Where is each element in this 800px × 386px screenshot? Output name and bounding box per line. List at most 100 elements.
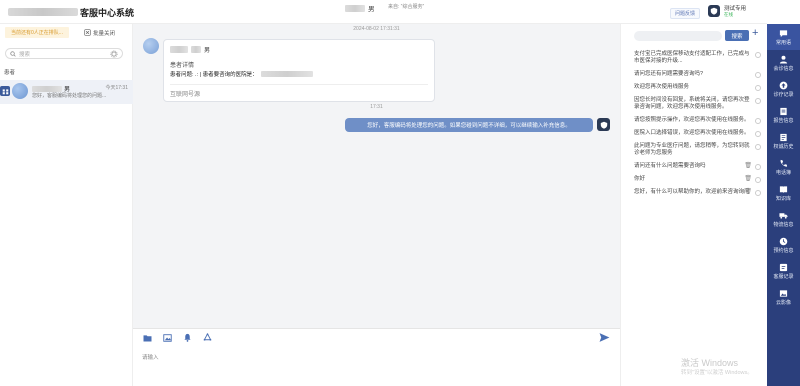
- left-actions: 当前还有0人正在排队... 批量关闭: [0, 27, 133, 41]
- brand-name-redacted: [8, 8, 78, 16]
- nav-item-history[interactable]: 权诚历史: [767, 128, 800, 154]
- image-icon[interactable]: [163, 333, 172, 342]
- book-icon: [779, 185, 788, 194]
- nav-label: 知识库: [775, 195, 791, 202]
- conversation-preview: 您好，客服编码将处理您的问题...: [32, 93, 107, 99]
- quick-reply-search-button[interactable]: 搜索: [725, 30, 749, 41]
- nav-label: 权诚历史: [773, 143, 794, 150]
- quick-reply-text: 因您长时间没有回复，系统将关闭，请您再次登录咨询问题，欢迎您再次使用线服务。: [634, 97, 750, 110]
- redacted-hospital: [260, 71, 313, 77]
- nav-item-phonebook[interactable]: 电话簿: [767, 154, 800, 180]
- quick-reply-item[interactable]: 您好，有什么可以帮助你的，欢迎前来咨询询问 🗑: [634, 189, 764, 196]
- feedback-button[interactable]: 问题反馈: [670, 8, 700, 19]
- quick-reply-text: 欢迎您再次使用线服务: [634, 84, 690, 90]
- select-radio[interactable]: [755, 144, 761, 150]
- outgoing-message: 您好，客服编码将处理您的问题。如果您碰到问题不详细，可以继续输入补充信息。: [345, 118, 593, 132]
- nav-label: 云影像: [775, 299, 791, 306]
- redacted-name: [32, 85, 62, 92]
- clock-icon: [779, 237, 788, 246]
- card-footer: 互联网号源: [170, 92, 201, 98]
- chat-area: 2024-08-02 17:31:31 男 患者详情 患者问题: .: | 患者…: [133, 24, 620, 328]
- nav-item-consult-info[interactable]: 会诊信息: [767, 50, 800, 76]
- quick-reply-text: 请您按照提示操作，欢迎您再次使用在线服务。: [634, 117, 750, 123]
- agent-avatar: [597, 118, 610, 131]
- nav-item-appointments[interactable]: 预约信息: [767, 232, 800, 258]
- conversation-time: 今天17:31: [105, 85, 128, 91]
- quick-reply-item[interactable]: 你好 🗑: [634, 176, 764, 183]
- batch-close-button[interactable]: 批量关闭: [84, 27, 115, 38]
- queue-status: 当前还有0人正在排队...: [5, 27, 69, 38]
- quick-reply-panel: 搜索 + 支付宝已完成医保移动支付适配工作，已完成与市医保对接的升级... 请问…: [620, 24, 767, 386]
- select-radio[interactable]: [755, 98, 761, 104]
- card-subtitle: 患者详情: [170, 63, 195, 69]
- shield-icon: [710, 7, 718, 15]
- card-title: 男: [170, 45, 210, 54]
- nav-item-logistics[interactable]: 物流信息: [767, 206, 800, 232]
- quick-reply-item[interactable]: 因您长时间没有回复，系统将关闭，请您再次登录咨询问题，欢迎您再次使用线服务。: [634, 97, 764, 111]
- nav-label: 电话簿: [775, 169, 791, 176]
- redacted-name: [191, 46, 201, 53]
- shield-icon: [600, 121, 607, 129]
- quick-reply-text: 请问还有什么问题需要咨询吗: [634, 163, 706, 169]
- compose-toolbar: [143, 333, 212, 342]
- document-icon: [779, 133, 788, 142]
- nav-label: 常用语: [775, 39, 791, 46]
- quick-reply-search-input[interactable]: [634, 31, 722, 41]
- quick-reply-item[interactable]: 医院入口选择错误，欢迎您再次使用在线服务。: [634, 130, 764, 137]
- nav-item-knowledge-base[interactable]: 知识库: [767, 180, 800, 206]
- nav-label: 诊疗记录: [773, 91, 794, 98]
- quick-reply-item[interactable]: 支付宝已完成医保移动支付适配工作，已完成与市医保对接的升级...: [634, 51, 764, 65]
- quick-reply-item[interactable]: 请您按照提示操作，欢迎您再次使用在线服务。: [634, 117, 764, 124]
- folder-icon[interactable]: [143, 333, 152, 342]
- quick-reply-item[interactable]: 欢迎您再次使用线服务: [634, 84, 764, 91]
- search-placeholder: 搜索: [19, 51, 31, 58]
- agent-status: 在线: [724, 11, 733, 17]
- quick-reply-item[interactable]: 此问题为专业医疗问题，请您稍等，为您转到就诊老师为您服务: [634, 143, 764, 157]
- nav-item-report-info[interactable]: 报告信息: [767, 102, 800, 128]
- gear-icon: [110, 50, 118, 58]
- quick-reply-item[interactable]: 请问您还有问题需要咨询吗?: [634, 71, 764, 78]
- send-icon[interactable]: [599, 332, 610, 345]
- quick-reply-list: 支付宝已完成医保移动支付适配工作，已完成与市医保对接的升级... 请问您还有问题…: [634, 51, 764, 202]
- report-icon: [779, 107, 788, 116]
- upload-icon: [779, 81, 788, 90]
- select-radio[interactable]: [755, 177, 761, 183]
- message-input[interactable]: 请输入: [142, 353, 159, 361]
- redacted-name: [345, 4, 365, 12]
- select-radio[interactable]: [755, 72, 761, 78]
- search-icon: [10, 50, 16, 57]
- trash-icon[interactable]: 🗑: [744, 176, 752, 183]
- trash-icon[interactable]: 🗑: [744, 189, 752, 196]
- add-quick-reply-icon[interactable]: +: [752, 27, 758, 39]
- nav-item-service-records[interactable]: 客服记录: [767, 258, 800, 284]
- quick-reply-text: 此问题为专业医疗问题，请您稍等，为您转到就诊老师为您服务: [634, 143, 750, 156]
- record-icon: [779, 263, 788, 272]
- bell-icon[interactable]: [183, 333, 192, 342]
- image-icon: [779, 289, 788, 298]
- conversation-search-input[interactable]: 搜索: [5, 48, 123, 59]
- nav-item-treatment-records[interactable]: 诊疗记录: [767, 76, 800, 102]
- chat-header-user: 男: [345, 3, 375, 13]
- avatar: [143, 38, 159, 54]
- app-title: 客服中心系统: [80, 8, 135, 18]
- message-timestamp: 2024-08-02 17:31:31: [353, 26, 400, 32]
- select-radio[interactable]: [755, 52, 761, 58]
- select-radio[interactable]: [755, 190, 761, 196]
- nav-label: 预约信息: [773, 247, 794, 254]
- agent-profile[interactable]: 测试专用 在线: [708, 5, 746, 17]
- transfer-icon[interactable]: [203, 333, 212, 342]
- nav-item-common-phrases[interactable]: 常用语: [767, 24, 800, 50]
- select-radio[interactable]: [755, 131, 761, 137]
- nav-label: 物流信息: [773, 221, 794, 228]
- conversation-item[interactable]: 男 今天17:31 您好，客服编码将处理您的问题...: [0, 80, 133, 104]
- nav-item-cloud-images[interactable]: 云影像: [767, 284, 800, 310]
- compose-area: 请输入: [133, 328, 620, 386]
- quick-reply-text: 您好，有什么可以帮助你的，欢迎前来咨询询问: [634, 189, 750, 195]
- quick-reply-item[interactable]: 请问还有什么问题需要咨询吗 🗑: [634, 163, 764, 170]
- section-label: 患者: [4, 70, 16, 76]
- trash-icon[interactable]: 🗑: [744, 163, 752, 170]
- select-radio[interactable]: [755, 85, 761, 91]
- select-radio[interactable]: [755, 118, 761, 124]
- channel-icon: [0, 86, 10, 96]
- select-radio[interactable]: [755, 164, 761, 170]
